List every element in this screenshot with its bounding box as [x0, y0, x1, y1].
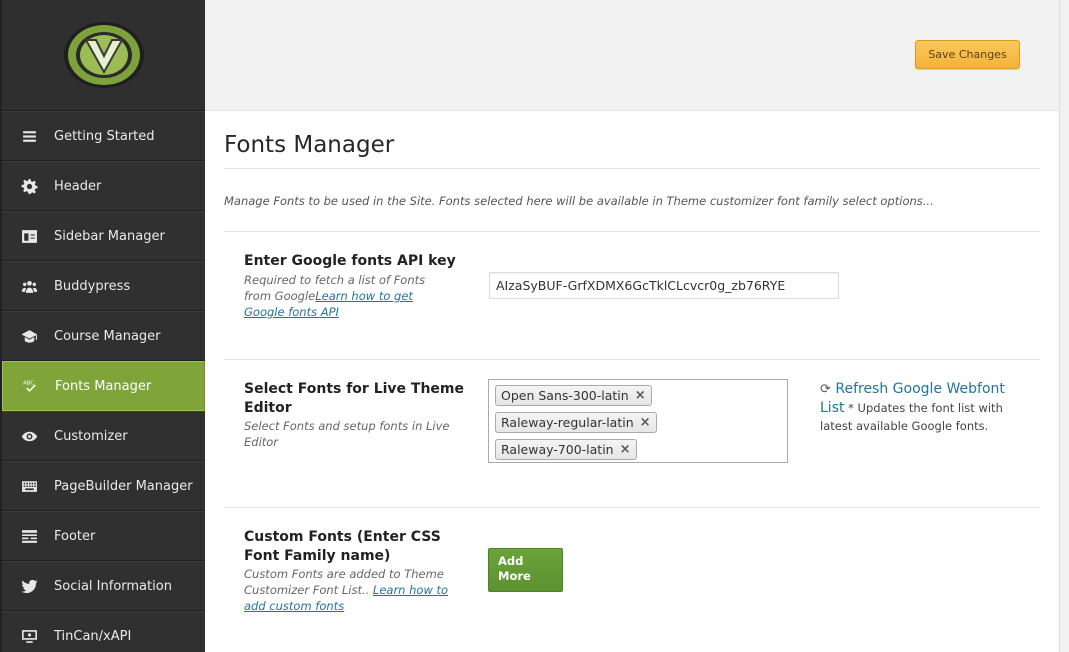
sidebar-item-label: TinCan/xAPI [54, 628, 132, 644]
api-key-help-line1: Required to fetch a list of Fonts [244, 273, 426, 287]
page-title: Fonts Manager [224, 132, 395, 158]
remove-tag-icon[interactable]: × [635, 388, 646, 403]
sidebar-item-customizer[interactable]: Customizer [2, 411, 205, 461]
sidebar-item-label: Getting Started [54, 128, 155, 144]
sidebar-item-label: Fonts Manager [55, 378, 152, 394]
api-key-help: Required to fetch a list of Fonts from G… [244, 272, 454, 320]
sidebar: Getting Started Header Sidebar Manager B… [0, 0, 205, 652]
select-fonts-help-line2: Editor [244, 435, 279, 449]
api-key-title: Enter Google fonts API key [244, 253, 456, 269]
select-fonts-help: Select Fonts and setup fonts in Live Edi… [244, 418, 464, 450]
section-divider [224, 231, 1040, 232]
refresh-note-line2: latest available Google fonts. [820, 419, 989, 433]
custom-fonts-help-prefix: Customizer Font List.. [244, 583, 370, 597]
custom-fonts-title: Custom Fonts (Enter CSS Font Family name… [244, 528, 474, 566]
save-changes-button[interactable]: Save Changes [915, 40, 1020, 69]
refresh-icon: ⟳ [820, 382, 831, 397]
refresh-note: List * Updates the font list with latest… [820, 399, 1020, 435]
logo-area [2, 0, 205, 111]
custom-fonts-help-line1: Custom Fonts are added to Theme [244, 567, 444, 581]
screen-icon [2, 628, 54, 645]
sidebar-item-buddypress[interactable]: Buddypress [2, 261, 205, 311]
title-divider [224, 168, 1040, 169]
sidebar-item-header[interactable]: Header [2, 161, 205, 211]
select-fonts-title-line2: Editor [244, 400, 292, 416]
main-panel: Fonts Manager Manage Fonts to be used in… [205, 111, 1059, 652]
custom-fonts-help: Custom Fonts are added to Theme Customiz… [244, 566, 464, 614]
sidebar-item-pagebuilder-manager[interactable]: PageBuilder Manager [2, 461, 205, 511]
sidebar-item-sidebar-manager[interactable]: Sidebar Manager [2, 211, 205, 261]
select-fonts-title-line1: Select Fonts for Live Theme [244, 381, 465, 397]
sidebar-item-label: PageBuilder Manager [54, 478, 193, 494]
refresh-label-line2[interactable]: List [820, 400, 844, 416]
custom-fonts-learn-link[interactable]: Learn how to [373, 583, 448, 597]
gear-icon [2, 178, 54, 195]
font-tag-label: Raleway-700-latin [501, 442, 614, 457]
custom-fonts-help-line3: add custom fonts [244, 598, 464, 614]
font-tag-label: Open Sans-300-latin [501, 388, 629, 403]
sidebar-item-label: Social Information [54, 578, 172, 594]
add-more-button[interactable]: Add More [488, 548, 563, 592]
section-divider [224, 507, 1040, 508]
section-divider [224, 359, 1040, 360]
font-tag: Raleway-regular-latin × [495, 412, 657, 433]
right-edge [1059, 0, 1069, 652]
sidebar-item-label: Buddypress [54, 278, 131, 294]
fonts-multiselect[interactable]: Open Sans-300-latin × Raleway-regular-lat… [488, 379, 788, 463]
font-tag: Open Sans-300-latin × [495, 385, 652, 406]
abc-check-icon: ABC [3, 378, 55, 395]
menu-icon [2, 128, 54, 145]
sidebar-item-footer[interactable]: Footer [2, 511, 205, 561]
font-tag-label: Raleway-regular-latin [501, 415, 634, 430]
api-key-help-line2: from GoogleLearn how to get [244, 288, 454, 304]
custom-fonts-title-line1: Custom Fonts (Enter CSS [244, 529, 441, 545]
api-key-learn-link-cont[interactable]: Google fonts API [244, 305, 339, 319]
api-key-help-line3: Google fonts API [244, 304, 454, 320]
refresh-line1: ⟳ Refresh Google Webfont [820, 380, 1020, 399]
sidebar-item-social-information[interactable]: Social Information [2, 561, 205, 611]
custom-fonts-title-line2: Font Family name) [244, 548, 391, 564]
custom-fonts-help-line2: Customizer Font List.. Learn how to [244, 582, 464, 598]
refresh-webfont-link[interactable]: ⟳ Refresh Google Webfont [820, 380, 1020, 399]
top-bar: Save Changes [205, 0, 1059, 111]
sidebar-item-fonts-manager[interactable]: ABC Fonts Manager [2, 361, 205, 411]
remove-tag-icon[interactable]: × [640, 415, 651, 430]
logo-icon[interactable] [62, 20, 146, 90]
api-key-input[interactable] [489, 272, 839, 299]
sidebar-item-course-manager[interactable]: Course Manager [2, 311, 205, 361]
add-more-line1: Add [498, 554, 524, 568]
keyboard-icon [2, 478, 54, 495]
svg-text:ABC: ABC [23, 380, 34, 386]
sidebar-item-label: Course Manager [54, 328, 161, 344]
add-more-line2: More [498, 569, 531, 583]
sidebar-item-label: Footer [54, 528, 96, 544]
sidebar-item-label: Sidebar Manager [54, 228, 165, 244]
font-tag: Raleway-700-latin × [495, 439, 637, 460]
sidebar-item-getting-started[interactable]: Getting Started [2, 111, 205, 161]
sidebar-item-label: Customizer [54, 428, 128, 444]
select-fonts-title: Select Fonts for Live Theme Editor [244, 380, 474, 418]
group-icon [2, 278, 54, 295]
refresh-label-line1: Refresh Google Webfont [835, 381, 1005, 397]
eye-icon [2, 428, 54, 445]
api-key-help-prefix: from Google [244, 289, 316, 303]
twitter-icon [2, 578, 54, 595]
refresh-note-text1: * Updates the font list with [848, 401, 1003, 415]
api-key-learn-link[interactable]: Learn how to get [315, 289, 413, 303]
sidebar-item-tincan-xapi[interactable]: TinCan/xAPI [2, 611, 205, 652]
footer-icon [2, 528, 54, 545]
remove-tag-icon[interactable]: × [620, 442, 631, 457]
sidebar-icon [2, 228, 54, 245]
sidebar-item-label: Header [54, 178, 102, 194]
page-description: Manage Fonts to be used in the Site. Fon… [224, 194, 934, 208]
refresh-note-line1: List * Updates the font list with [820, 399, 1020, 417]
graduation-cap-icon [2, 328, 54, 345]
custom-fonts-learn-link-cont[interactable]: add custom fonts [244, 599, 344, 613]
select-fonts-help-line1: Select Fonts and setup fonts in Live [244, 419, 450, 433]
